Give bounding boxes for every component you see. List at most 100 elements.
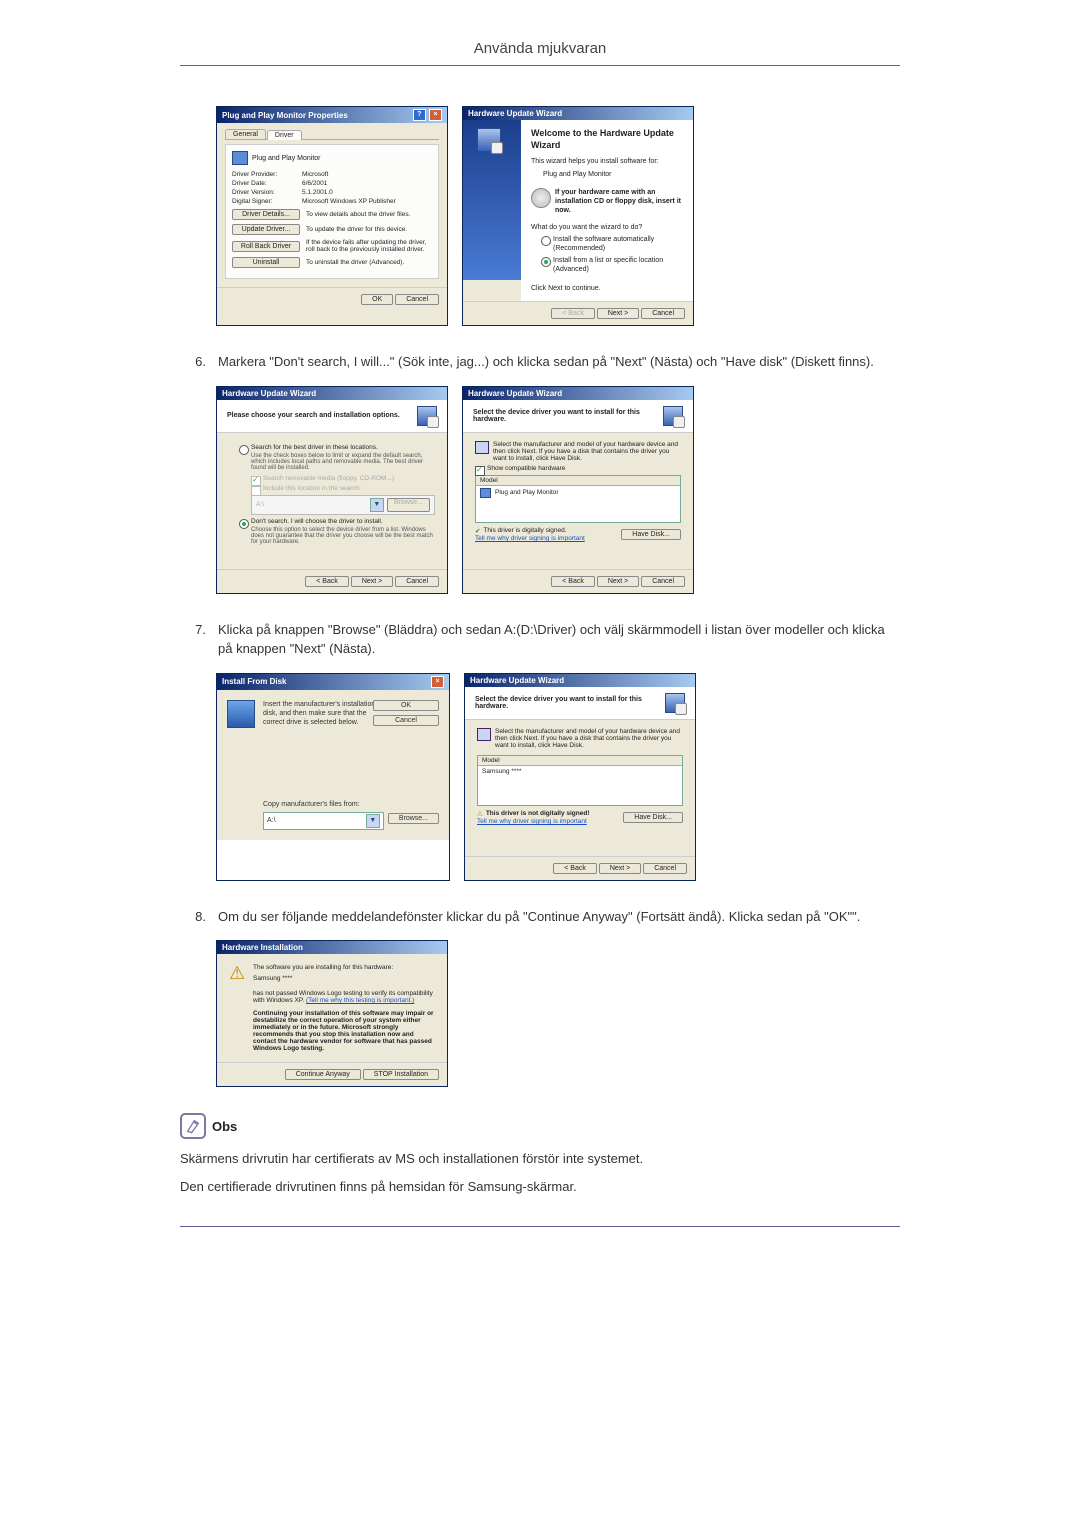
- cd-icon: [531, 188, 551, 208]
- footer-divider: [180, 1226, 900, 1231]
- back-button[interactable]: < Back: [553, 863, 597, 874]
- hardware-installation-dialog: Hardware Installation ⚠ The software you…: [216, 940, 448, 1087]
- hardware-update-wizard-selectdriver-dialog: Hardware Update Wizard Select the device…: [462, 386, 694, 594]
- device-name: Plug and Play Monitor: [252, 155, 320, 162]
- step-8-number: 8.: [180, 907, 218, 927]
- dialog-title-bar: Hardware Update Wizard: [465, 674, 695, 687]
- have-disk-button[interactable]: Have Disk...: [621, 529, 681, 540]
- radio-auto[interactable]: [541, 236, 551, 246]
- continue-anyway-button[interactable]: Continue Anyway: [285, 1069, 361, 1080]
- wizard-header-text: Select the device driver you want to ins…: [475, 696, 665, 710]
- driver-details-desc: To view details about the driver files.: [306, 211, 432, 218]
- dialog-title-text: Hardware Installation: [222, 943, 303, 952]
- copy-from-path[interactable]: A:\: [267, 817, 276, 824]
- checkbox-removable-label: Search removable media (floppy, CD-ROM..…: [263, 475, 394, 482]
- radio-dont-search-label: Don't search. I will choose the driver t…: [251, 518, 383, 525]
- radio-search-note: Use the check boxes below to limit or ex…: [251, 453, 435, 471]
- copy-from-label: Copy manufacturer's files from:: [263, 801, 439, 808]
- plug-and-play-monitor-properties-dialog: Plug and Play Monitor Properties ? × Gen…: [216, 106, 448, 326]
- hardware-update-wizard-welcome-dialog: Hardware Update Wizard Welcome to the Ha…: [462, 106, 694, 326]
- cancel-button[interactable]: Cancel: [641, 576, 685, 587]
- close-icon[interactable]: ×: [431, 676, 444, 688]
- wizard-line1: This wizard helps you install software f…: [531, 157, 683, 166]
- wizard-continue: Click Next to continue.: [531, 284, 683, 293]
- signer-label: Digital Signer:: [232, 198, 302, 205]
- device-icon: [477, 728, 491, 741]
- update-driver-button[interactable]: Update Driver...: [232, 224, 300, 235]
- cancel-button[interactable]: Cancel: [395, 576, 439, 587]
- signer-value: Microsoft Windows XP Publisher: [302, 198, 396, 205]
- wizard-question: What do you want the wizard to do?: [531, 223, 683, 232]
- tab-general[interactable]: General: [225, 129, 266, 139]
- cancel-button[interactable]: Cancel: [395, 294, 439, 305]
- radio-search-label: Search for the best driver in these loca…: [251, 444, 378, 451]
- cancel-button[interactable]: Cancel: [641, 308, 685, 319]
- version-value: 5.1.2001.0: [302, 189, 333, 196]
- dialog-title-text: Install From Disk: [222, 677, 286, 686]
- device-chip-icon: [417, 406, 437, 426]
- dialog-title-text: Plug and Play Monitor Properties: [222, 111, 348, 120]
- ok-button[interactable]: OK: [361, 294, 393, 305]
- model-list-header: Model: [476, 476, 680, 486]
- radio-list[interactable]: [541, 257, 551, 267]
- back-button: < Back: [551, 308, 595, 319]
- driver-details-button[interactable]: Driver Details...: [232, 209, 300, 220]
- cancel-button[interactable]: Cancel: [643, 863, 687, 874]
- cancel-button[interactable]: Cancel: [373, 715, 439, 726]
- update-driver-desc: To update the driver for this device.: [306, 226, 432, 233]
- monitor-icon: [232, 151, 248, 165]
- checkbox-include-label: Include this location in the search:: [263, 485, 361, 492]
- checkbox-show-compat[interactable]: [475, 466, 485, 476]
- dialog-title-bar: Hardware Update Wizard: [463, 387, 693, 400]
- dialog-title-text: Hardware Update Wizard: [222, 389, 316, 398]
- next-button[interactable]: Next >: [599, 863, 641, 874]
- next-button[interactable]: Next >: [597, 308, 639, 319]
- dialog-title-bar: Plug and Play Monitor Properties ? ×: [217, 107, 447, 123]
- tab-driver[interactable]: Driver: [267, 130, 302, 140]
- radio-search[interactable]: [239, 445, 249, 455]
- hardware-update-wizard-selectdriver2-dialog: Hardware Update Wizard Select the device…: [464, 673, 696, 881]
- dialog-title-text: Hardware Update Wizard: [470, 676, 564, 685]
- install-from-disk-dialog: Install From Disk × Insert the manufactu…: [216, 673, 450, 881]
- version-label: Driver Version:: [232, 189, 302, 196]
- logo-testing-link[interactable]: (Tell me why this testing is important.): [306, 997, 414, 1004]
- wizard-device: Plug and Play Monitor: [543, 170, 683, 179]
- model-list-header: Model: [478, 756, 682, 766]
- signed-icon: ✔: [475, 527, 480, 535]
- have-disk-button[interactable]: Have Disk...: [623, 812, 683, 823]
- browse-button-disabled: Browse...: [387, 498, 430, 512]
- device-icon: [475, 441, 489, 454]
- path-dropdown-arrow: ▼: [370, 498, 384, 512]
- signing-link[interactable]: Tell me why driver signing is important: [475, 535, 585, 542]
- dialog-title-bar: Install From Disk ×: [217, 674, 449, 690]
- help-icon[interactable]: ?: [413, 109, 426, 121]
- obs-label: Obs: [212, 1119, 237, 1134]
- model-list-item[interactable]: Samsung ****: [478, 766, 682, 777]
- device-chip-icon: [663, 406, 683, 426]
- browse-button[interactable]: Browse...: [388, 813, 439, 824]
- uninstall-desc: To uninstall the driver (Advanced).: [306, 259, 432, 266]
- path-dropdown-arrow[interactable]: ▼: [366, 814, 380, 828]
- signed-text: This driver is digitally signed.: [483, 527, 566, 534]
- radio-dont-search[interactable]: [239, 519, 249, 529]
- wizard-header-text: Select the device driver you want to ins…: [473, 409, 663, 423]
- roll-back-driver-button[interactable]: Roll Back Driver: [232, 241, 300, 252]
- warning-icon: ⚠: [477, 810, 483, 818]
- obs-paragraph-1: Skärmens drivrutin har certifierats av M…: [180, 1149, 900, 1169]
- back-button[interactable]: < Back: [305, 576, 349, 587]
- next-button[interactable]: Next >: [597, 576, 639, 587]
- signing-link[interactable]: Tell me why driver signing is important: [477, 818, 589, 825]
- stop-installation-button[interactable]: STOP Installation: [363, 1069, 439, 1080]
- checkbox-include: [251, 486, 261, 496]
- step-7-number: 7.: [180, 620, 218, 659]
- ok-button[interactable]: OK: [373, 700, 439, 711]
- model-list-item[interactable]: Plug and Play Monitor: [476, 486, 680, 500]
- uninstall-button[interactable]: Uninstall: [232, 257, 300, 268]
- cd-hint: If your hardware came with an installati…: [555, 188, 683, 215]
- dialog-title-bar: Hardware Installation: [217, 941, 447, 954]
- back-button[interactable]: < Back: [551, 576, 595, 587]
- step-8-text: Om du ser följande meddelandefönster kli…: [218, 907, 900, 927]
- close-icon[interactable]: ×: [429, 109, 442, 121]
- next-button[interactable]: Next >: [351, 576, 393, 587]
- checkbox-show-compat-label: Show compatible hardware: [487, 465, 565, 472]
